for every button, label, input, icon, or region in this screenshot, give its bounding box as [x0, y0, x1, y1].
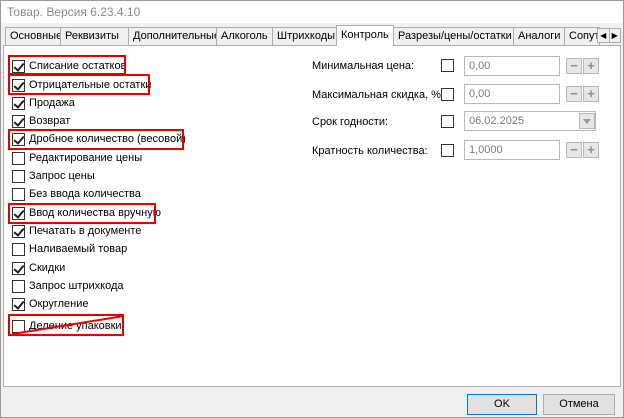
checkbox-edit-price[interactable]: Редактирование цены: [12, 150, 142, 166]
checkbox-label: Округление: [29, 298, 89, 310]
tab-strip: Основные Реквизиты Дополнительные Алкого…: [3, 25, 623, 46]
checkbox-box[interactable]: [12, 151, 25, 165]
checkbox-box[interactable]: [12, 132, 25, 146]
checkbox-label: Печатать в документе: [29, 225, 142, 237]
tab-main[interactable]: Основные: [5, 27, 62, 45]
checkbox-print-in-document[interactable]: Печатать в документе: [12, 223, 141, 239]
checkbox-label: Редактирование цены: [29, 152, 143, 164]
checkbox-label: Продажа: [29, 97, 75, 109]
min-price-field[interactable]: 0,00: [464, 56, 560, 76]
checkbox-box[interactable]: [12, 169, 25, 183]
checkbox-return[interactable]: Возврат: [12, 113, 70, 129]
checkbox-box[interactable]: [12, 319, 25, 333]
checkbox-label: Возврат: [29, 115, 71, 127]
checkbox-box[interactable]: [12, 187, 25, 201]
multiplicity-checkbox[interactable]: [441, 144, 454, 157]
checkbox-label: Ввод количества вручную: [29, 207, 161, 219]
tab-requisites[interactable]: Реквизиты: [60, 27, 129, 45]
checkbox-box[interactable]: [12, 261, 25, 275]
min-price-stepper[interactable]: − +: [566, 58, 600, 74]
checkbox-box[interactable]: [12, 297, 25, 311]
tab-control[interactable]: Контроль: [336, 25, 394, 46]
checkbox-write-off-stock[interactable]: Списание остатков: [12, 58, 126, 74]
checkbox-box[interactable]: [12, 78, 25, 92]
ok-button[interactable]: OK: [467, 394, 537, 415]
tab-related[interactable]: Сопут: [564, 27, 600, 45]
checkbox-draft-product[interactable]: Наливаемый товар: [12, 241, 127, 257]
tab-scroll-right-icon[interactable]: ▶: [608, 29, 621, 42]
checkbox-manual-quantity[interactable]: Ввод количества вручную: [12, 205, 161, 221]
multiplicity-field[interactable]: 1,0000: [464, 140, 560, 160]
minus-icon[interactable]: −: [566, 142, 582, 158]
checkbox-request-barcode[interactable]: Запрос штрихкода: [12, 278, 123, 294]
control-panel: Списание остатков Отрицательные остатки …: [3, 45, 621, 387]
checkbox-box[interactable]: [12, 59, 25, 73]
chevron-down-icon[interactable]: [579, 113, 595, 129]
checkbox-label: Запрос цены: [29, 170, 95, 182]
tab-scroll-left-icon[interactable]: ◀: [598, 29, 609, 42]
checkbox-label: Наливаемый товар: [29, 243, 128, 255]
multiplicity-stepper[interactable]: − +: [566, 142, 600, 158]
minus-icon[interactable]: −: [566, 86, 582, 102]
expiry-label: Срок годности:: [312, 116, 389, 128]
tab-sections-prices-stock[interactable]: Разрезы/цены/остатки: [393, 27, 514, 45]
plus-icon[interactable]: +: [583, 86, 599, 102]
checkbox-label: Списание остатков: [29, 60, 127, 72]
tab-additional[interactable]: Дополнительные: [128, 27, 220, 45]
checkbox-sale[interactable]: Продажа: [12, 95, 75, 111]
plus-icon[interactable]: +: [583, 58, 599, 74]
expiry-checkbox[interactable]: [441, 115, 454, 128]
max-discount-field[interactable]: 0,00: [464, 84, 560, 104]
checkbox-label: Скидки: [29, 262, 66, 274]
checkbox-request-price[interactable]: Запрос цены: [12, 168, 95, 184]
multiplicity-label: Кратность количества:: [312, 145, 428, 157]
checkbox-package-split[interactable]: Деление упаковки: [12, 318, 122, 334]
expiry-field[interactable]: 06.02.2025: [464, 111, 596, 131]
max-discount-label: Максимальная скидка, %:: [312, 89, 445, 101]
min-price-checkbox[interactable]: [441, 59, 454, 72]
tab-analogs[interactable]: Аналоги: [513, 27, 565, 45]
checkbox-rounding[interactable]: Округление: [12, 296, 89, 312]
max-discount-stepper[interactable]: − +: [566, 86, 600, 102]
checkbox-box[interactable]: [12, 242, 25, 256]
checkbox-box[interactable]: [12, 206, 25, 220]
checkbox-label: Без ввода количества: [29, 188, 141, 200]
plus-icon[interactable]: +: [583, 142, 599, 158]
checkbox-label: Деление упаковки: [29, 320, 122, 332]
minus-icon[interactable]: −: [566, 58, 582, 74]
tab-scroll-buttons: ◀ ▶: [597, 28, 621, 43]
tab-barcodes[interactable]: Штрихкоды: [272, 27, 337, 45]
checkbox-box[interactable]: [12, 279, 25, 293]
checkbox-label: Отрицательные остатки: [29, 79, 152, 91]
max-discount-checkbox[interactable]: [441, 88, 454, 101]
min-price-label: Минимальная цена:: [312, 60, 415, 72]
product-window: Товар. Версия 6.23.4.10 Основные Реквизи…: [0, 0, 624, 418]
checkbox-box[interactable]: [12, 224, 25, 238]
checkbox-box[interactable]: [12, 114, 25, 128]
checkbox-label: Запрос штрихкода: [29, 280, 124, 292]
checkbox-fractional-quantity[interactable]: Дробное количество (весовой): [12, 131, 186, 147]
checkbox-negative-stock[interactable]: Отрицательные остатки: [12, 77, 151, 93]
checkbox-label: Дробное количество (весовой): [29, 133, 186, 145]
checkbox-box[interactable]: [12, 96, 25, 110]
window-title: Товар. Версия 6.23.4.10: [7, 5, 141, 19]
tab-alcohol[interactable]: Алкоголь: [216, 27, 273, 45]
cancel-button[interactable]: Отмена: [543, 394, 615, 415]
title-bar: Товар. Версия 6.23.4.10: [1, 1, 623, 23]
checkbox-discounts[interactable]: Скидки: [12, 260, 65, 276]
checkbox-no-quantity-input[interactable]: Без ввода количества: [12, 186, 141, 202]
